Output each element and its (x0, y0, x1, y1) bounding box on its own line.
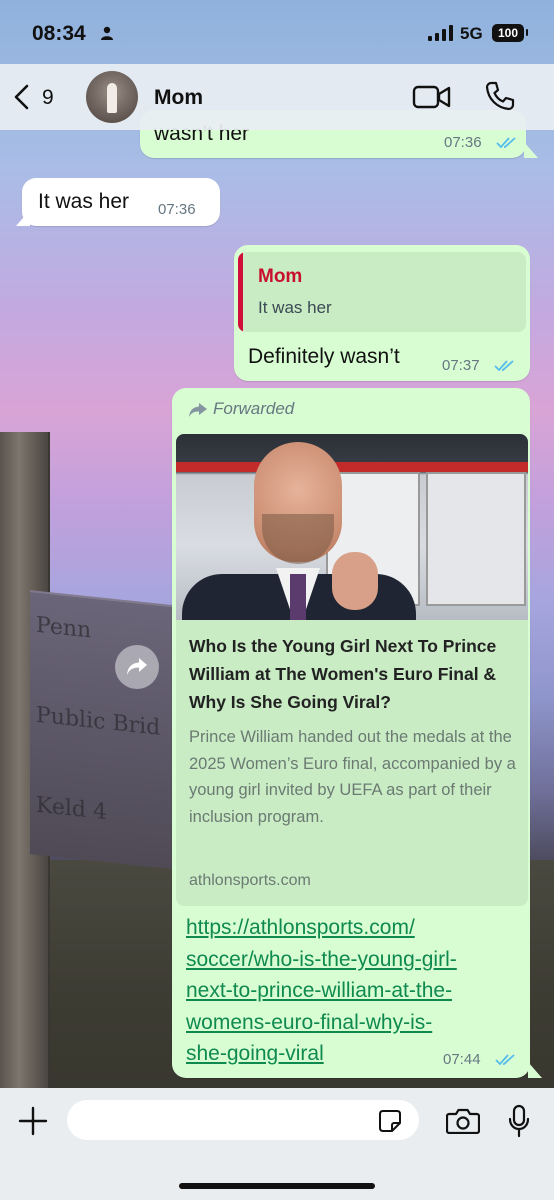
message-time: 07:36 (158, 201, 196, 218)
home-indicator[interactable] (179, 1183, 375, 1189)
battery-indicator: 100 (492, 24, 524, 42)
message-time: 07:37 (442, 357, 480, 374)
person-icon (101, 26, 113, 40)
link-preview-title: Who Is the Young Girl Next To Prince Wil… (189, 636, 497, 712)
message-time: 07:36 (444, 134, 482, 151)
chat-header: 9 Mom (0, 64, 554, 130)
sticker-icon[interactable] (378, 1109, 402, 1133)
phone-icon[interactable] (484, 80, 516, 112)
signal-icon (428, 25, 453, 41)
link-line[interactable]: https://athlonsports.com/ (186, 916, 415, 939)
battery-tip (526, 29, 528, 36)
double-check-icon (495, 1054, 515, 1066)
message-time: 07:44 (443, 1051, 481, 1068)
contact-name[interactable]: Mom (154, 86, 203, 110)
message-input[interactable] (67, 1100, 419, 1140)
wallpaper-sign: Penn Public Brid Keld 4 (30, 590, 180, 870)
link-line[interactable]: womens-euro-final-why-is- (186, 1011, 432, 1034)
share-icon (127, 658, 147, 675)
quote-text: It was her (258, 298, 332, 317)
forward-icon (189, 403, 207, 417)
status-bar: 08:34 5G 100 (0, 0, 554, 64)
avatar[interactable] (86, 71, 138, 123)
link-line[interactable]: soccer/who-is-the-young-girl- (186, 948, 457, 971)
link-preview-image (176, 434, 528, 620)
mic-icon[interactable] (507, 1104, 531, 1138)
link-preview-card[interactable]: Who Is the Young Girl Next To Prince Wil… (176, 434, 528, 906)
link-line[interactable]: next-to-prince-william-at-the- (186, 979, 452, 1002)
unread-count[interactable]: 9 (42, 86, 54, 110)
message-text: Definitely wasn’t (248, 345, 400, 368)
quote-author: Mom (258, 266, 303, 287)
video-call-icon[interactable] (412, 84, 452, 110)
quote-bar (238, 252, 243, 332)
share-button[interactable] (115, 645, 159, 689)
status-time: 08:34 (32, 22, 86, 45)
message-text: It was her (38, 190, 130, 213)
quoted-message[interactable]: Mom It was her (238, 252, 526, 332)
plus-icon[interactable] (18, 1106, 48, 1136)
forwarded-label: Forwarded (213, 399, 295, 418)
network-type: 5G (460, 24, 483, 43)
link-preview-domain: athlonsports.com (189, 872, 311, 889)
double-check-icon (496, 137, 516, 149)
double-check-icon (494, 360, 514, 372)
back-chevron-icon[interactable] (12, 83, 32, 111)
link-line[interactable]: she-going-viral (186, 1042, 324, 1065)
message-link[interactable]: https://athlonsports.com/ soccer/who-is-… (186, 912, 526, 1070)
message-bubble-incoming[interactable]: It was her 07:36 (22, 178, 220, 226)
link-preview-description: Prince William handed out the medals at … (189, 728, 516, 826)
camera-icon[interactable] (446, 1108, 480, 1134)
